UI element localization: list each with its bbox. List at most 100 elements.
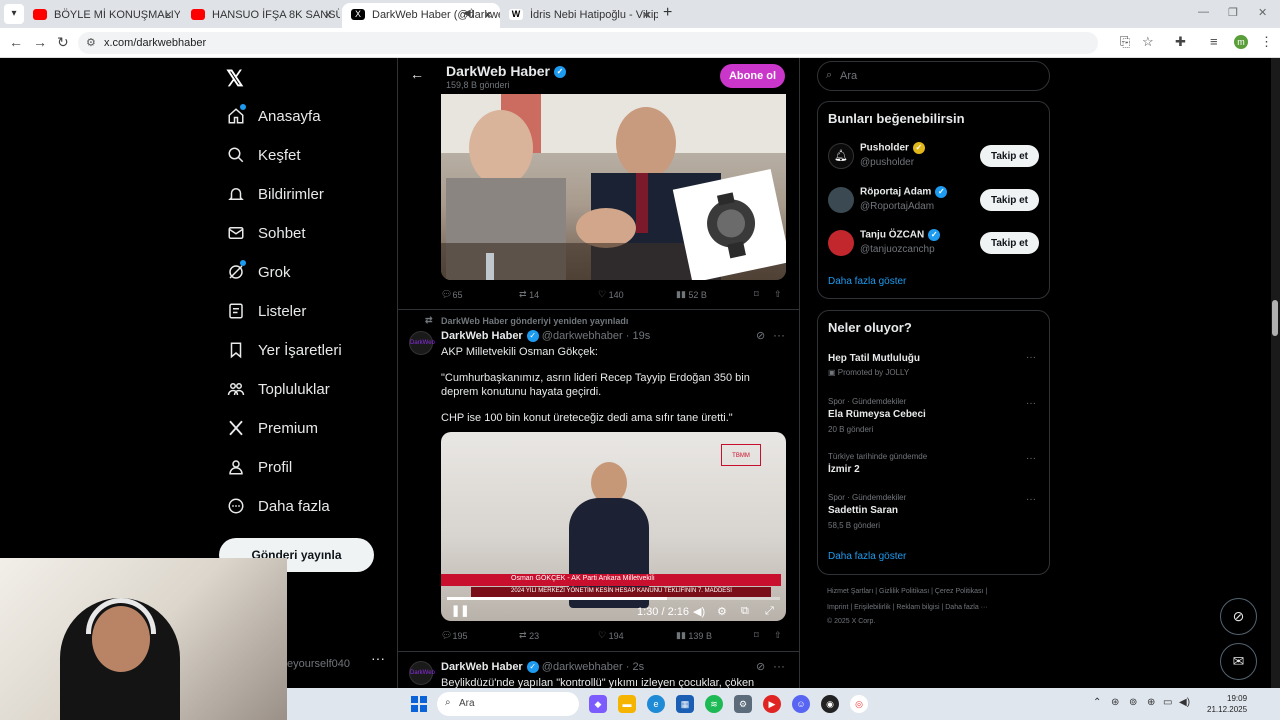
picture-in-picture-icon[interactable]: ⧉ xyxy=(741,605,749,618)
sidebar-item-sohbet[interactable]: Sohbet xyxy=(226,218,306,248)
views-button[interactable]: ▮▮ 139 B xyxy=(676,630,712,641)
search-input[interactable]: ⌕ Ara xyxy=(817,61,1050,91)
back-arrow-icon[interactable]: ← xyxy=(410,66,424,82)
star-icon[interactable]: ☆ xyxy=(1142,34,1154,50)
x-logo-icon[interactable]: 𝕏 xyxy=(226,66,244,92)
follow-button[interactable]: Takip et xyxy=(980,189,1039,211)
more-icon[interactable]: ··· xyxy=(773,328,785,342)
repost-button[interactable]: ⇄ 14 xyxy=(519,289,539,300)
trend-name[interactable]: Hep Tatil Mutluluğu xyxy=(828,353,920,364)
youtube-app-icon[interactable]: ▶ xyxy=(763,695,781,713)
sidebar-item-grok[interactable]: Grok xyxy=(226,257,291,287)
minimize-button[interactable]: — xyxy=(1198,6,1209,18)
author-name[interactable]: DarkWeb Haber xyxy=(441,330,523,342)
edge-icon[interactable]: e xyxy=(647,695,665,713)
sidebar-item-premium[interactable]: Premium xyxy=(226,413,318,443)
follow-button[interactable]: Takip et xyxy=(980,145,1039,167)
address-bar[interactable]: ⚙ x.com/darkwebhaber xyxy=(78,32,1098,54)
volume-icon[interactable]: ◀) xyxy=(1179,697,1190,708)
post-time[interactable]: · 2s xyxy=(626,661,644,673)
profile-avatar[interactable]: m xyxy=(1234,35,1248,49)
extensions-icon[interactable]: ✚ xyxy=(1175,34,1186,50)
media-control-icon[interactable]: ≡ xyxy=(1210,34,1218,49)
account-handle[interactable]: eyourself040 xyxy=(287,658,350,670)
close-icon[interactable]: × xyxy=(642,7,650,22)
suggestion-name[interactable]: Tanju ÖZCAN ✓ xyxy=(860,229,941,241)
show-more-link[interactable]: Daha fazla göster xyxy=(828,551,906,562)
repost-button[interactable]: ⇄ 23 xyxy=(519,630,539,641)
tray-app-icon[interactable]: ⊚ xyxy=(1129,697,1137,708)
sidebar-item-daha-fazla[interactable]: Daha fazla xyxy=(226,491,330,521)
tray-app-icon[interactable]: ⊛ xyxy=(1111,697,1119,708)
sidebar-item-bildirimler[interactable]: Bildirimler xyxy=(226,179,324,209)
browser-tab-3[interactable]: X DarkWeb Haber (@darkwe ◀) × xyxy=(342,3,500,28)
new-tab-button[interactable]: + xyxy=(663,4,672,22)
avatar[interactable]: 🔔︎ xyxy=(828,143,854,169)
like-button[interactable]: ♡ 140 xyxy=(598,289,624,300)
timeline[interactable]: ← DarkWeb Haber ✓ 159,8 B gönderi Abone o… xyxy=(397,58,800,720)
scrollbar-thumb[interactable] xyxy=(1272,300,1278,336)
site-info-icon[interactable]: ⚙ xyxy=(86,36,96,49)
like-button[interactable]: ♡ 194 xyxy=(598,630,624,641)
avatar[interactable]: DarkWeb xyxy=(409,331,435,355)
pause-icon[interactable]: ❚❚ xyxy=(451,604,469,617)
close-icon[interactable]: × xyxy=(164,7,172,22)
install-app-icon[interactable]: ⎘ xyxy=(1120,34,1130,50)
trend-name[interactable]: Sadettin Saran xyxy=(828,505,898,516)
bookmark-icon[interactable]: ⌑ xyxy=(754,630,759,641)
grok-icon[interactable]: ⊘ xyxy=(756,329,765,342)
sidebar-item-profil[interactable]: Profil xyxy=(226,452,292,482)
chrome-icon[interactable]: ◎ xyxy=(850,695,868,713)
network-icon[interactable]: ▭ xyxy=(1163,697,1172,708)
windows-start-icon[interactable] xyxy=(411,696,427,712)
share-icon[interactable]: ⇧ xyxy=(774,289,782,300)
close-icon[interactable]: × xyxy=(324,7,332,22)
browser-tab-2[interactable]: HANSUO İFŞA 8K SANSÜRSÜZ × xyxy=(182,3,340,28)
menu-icon[interactable]: ⋮ xyxy=(1260,34,1273,50)
post-time[interactable]: · 19s xyxy=(626,330,650,342)
spotify-icon[interactable]: ≋ xyxy=(705,695,723,713)
copilot-icon[interactable]: ◆ xyxy=(589,695,607,713)
browser-tab-4[interactable]: W İdris Nebi Hatipoğlu - Vikipedi × xyxy=(500,3,658,28)
reply-button[interactable]: 💬︎ 195 xyxy=(441,630,467,641)
suggestion-name[interactable]: Pusholder ✓ xyxy=(860,142,925,154)
avatar[interactable] xyxy=(828,187,854,213)
more-icon[interactable]: ··· xyxy=(1026,494,1036,505)
obs-icon[interactable]: ◉ xyxy=(821,695,839,713)
more-icon[interactable]: ··· xyxy=(1026,352,1036,363)
views-button[interactable]: ▮▮ 52 B xyxy=(676,289,707,300)
account-more-icon[interactable]: ··· xyxy=(371,650,385,666)
grok-fab-button[interactable]: ⊘ xyxy=(1220,598,1257,635)
sidebar-item-topluluklar[interactable]: Topluluklar xyxy=(226,374,330,404)
avatar[interactable] xyxy=(828,230,854,256)
forward-arrow-icon[interactable]: → xyxy=(33,34,47,50)
browser-tab-1[interactable]: BÖYLE Mİ KONUŞMALIYIZ KON × xyxy=(24,3,180,28)
video-progress-bar[interactable] xyxy=(447,597,780,600)
window-close-button[interactable]: ✕ xyxy=(1258,6,1267,19)
restore-button[interactable]: ❐ xyxy=(1228,6,1238,19)
show-more-link[interactable]: Daha fazla göster xyxy=(828,276,906,287)
settings-icon[interactable]: ⚙ xyxy=(717,605,727,618)
grok-icon[interactable]: ⊘ xyxy=(756,660,765,673)
author-handle[interactable]: @darkwebhaber xyxy=(542,330,623,342)
taskbar-clock[interactable]: 19:09 21.12.2025 xyxy=(1207,693,1247,715)
sidebar-item-listeler[interactable]: Listeler xyxy=(226,296,306,326)
bookmark-icon[interactable]: ⌑ xyxy=(754,289,759,300)
fullscreen-icon[interactable]: ⤢ xyxy=(765,605,774,618)
more-icon[interactable]: ··· xyxy=(1026,453,1036,464)
tab-search-button[interactable]: ▾ xyxy=(4,4,24,24)
video-player[interactable]: TBMM Osman GÖKÇEK - AK Parti Ankara Mill… xyxy=(441,432,786,621)
reply-button[interactable]: 💬︎ 65 xyxy=(441,289,462,300)
settings-icon[interactable]: ⚙ xyxy=(734,695,752,713)
taskbar-search[interactable]: ⌕ Ara xyxy=(437,692,579,716)
reload-icon[interactable]: ↻ xyxy=(57,34,69,51)
file-explorer-icon[interactable]: ▬ xyxy=(618,695,636,713)
avatar[interactable]: DarkWeb xyxy=(409,661,435,685)
sidebar-item-ke-fet[interactable]: Keşfet xyxy=(226,140,301,170)
share-icon[interactable]: ⇧ xyxy=(774,630,782,641)
subscribe-button[interactable]: Abone ol xyxy=(720,64,785,88)
tray-app-icon[interactable]: ⊕ xyxy=(1147,697,1155,708)
sidebar-item-yer-i-aretleri[interactable]: Yer İşaretleri xyxy=(226,335,342,365)
volume-icon[interactable]: ◀) xyxy=(693,605,705,618)
suggestion-name[interactable]: Röportaj Adam ✓ xyxy=(860,186,948,198)
